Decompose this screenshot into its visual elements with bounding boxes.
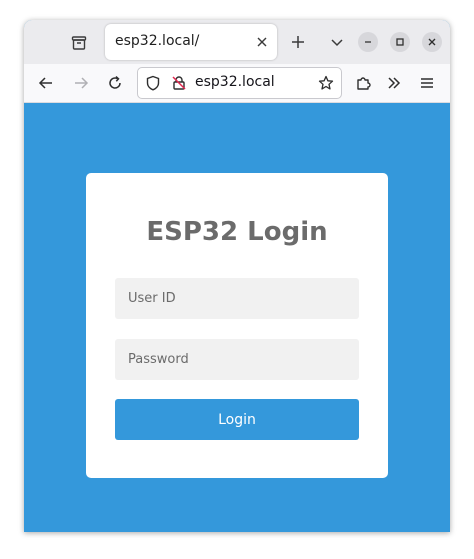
tab-strip: esp32.local/	[24, 20, 450, 64]
browser-window: esp32.local/ esp32.local ESP32 Login Use…	[24, 20, 450, 532]
tab-active[interactable]: esp32.local/	[105, 24, 277, 60]
close-icon[interactable]	[253, 33, 271, 51]
arrow-right-icon	[71, 73, 91, 93]
hamburger-menu-icon[interactable]	[417, 73, 437, 93]
double-chevron-icon[interactable]	[384, 73, 404, 93]
plus-icon[interactable]	[288, 32, 308, 52]
user-id-input[interactable]	[115, 278, 359, 319]
insecure-lock-icon[interactable]	[170, 74, 188, 92]
tab-title: esp32.local/	[115, 33, 200, 49]
address-bar[interactable]: esp32.local	[137, 67, 342, 99]
puzzle-icon[interactable]	[353, 73, 373, 93]
close-window-icon[interactable]	[422, 32, 442, 52]
page-title: ESP32 Login	[146, 217, 328, 247]
maximize-icon[interactable]	[390, 32, 410, 52]
star-icon[interactable]	[317, 74, 335, 92]
reload-icon[interactable]	[105, 73, 125, 93]
login-card: ESP32 Login Login	[86, 173, 388, 478]
url-text[interactable]: esp32.local	[195, 74, 275, 90]
login-button[interactable]: Login	[115, 399, 359, 440]
password-input[interactable]	[115, 339, 359, 380]
minimize-icon[interactable]	[358, 32, 378, 52]
chevron-down-icon[interactable]	[327, 32, 347, 52]
navigation-toolbar: esp32.local	[24, 64, 450, 103]
page-content: ESP32 Login Login	[24, 103, 450, 532]
arrow-left-icon[interactable]	[36, 73, 56, 93]
shield-icon[interactable]	[144, 74, 162, 92]
tab-list-icon[interactable]	[69, 33, 89, 53]
